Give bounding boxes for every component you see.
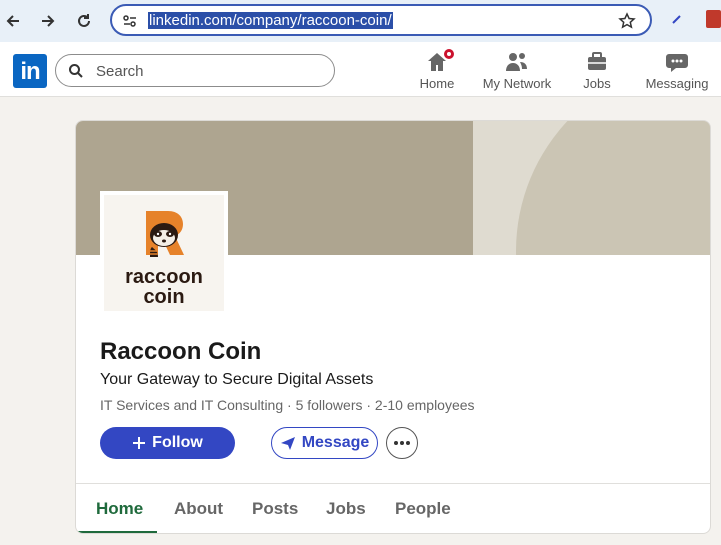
bookmark-star-icon[interactable] — [618, 12, 636, 35]
message-label: Message — [301, 434, 370, 451]
more-options-button[interactable] — [386, 427, 418, 459]
nav-home[interactable]: Home — [397, 47, 477, 91]
back-icon[interactable] — [1, 9, 25, 33]
nav-home-label: Home — [419, 76, 455, 91]
tab-about[interactable]: About — [174, 499, 223, 519]
follow-button[interactable]: Follow — [100, 427, 235, 459]
active-tab-indicator — [76, 531, 157, 533]
forward-icon[interactable] — [36, 9, 60, 33]
company-logo[interactable]: raccoon coin — [100, 191, 228, 315]
search-input[interactable] — [96, 61, 316, 81]
logo-text-line2: coin — [143, 286, 185, 308]
tab-jobs[interactable]: Jobs — [326, 499, 366, 519]
linkedin-header: in Home My Network Jobs Messaging — [0, 42, 721, 97]
follow-label: Follow — [152, 434, 203, 451]
nav-messaging[interactable]: Messaging — [637, 50, 717, 91]
tabs-divider — [76, 483, 710, 484]
linkedin-logo[interactable]: in — [13, 54, 47, 88]
company-name: Raccoon Coin — [100, 338, 262, 365]
home-icon — [426, 47, 456, 74]
company-meta: IT Services and IT Consulting · 5 follow… — [100, 397, 475, 413]
url-text[interactable]: linkedin.com/company/raccoon-coin/ — [148, 12, 393, 29]
nav-jobs-label: Jobs — [583, 76, 611, 91]
logo-text-line1: raccoon — [125, 266, 203, 288]
raccoon-mascot-icon — [146, 211, 184, 257]
nav-messaging-label: Messaging — [645, 76, 709, 91]
extension-pen-icon[interactable] — [670, 12, 684, 31]
site-settings-icon[interactable] — [122, 13, 138, 34]
tab-home[interactable]: Home — [96, 499, 143, 519]
nav-my-network-label: My Network — [482, 76, 552, 91]
send-icon — [280, 437, 295, 450]
address-bar[interactable]: linkedin.com/company/raccoon-coin/ — [110, 4, 652, 36]
nav-my-network[interactable]: My Network — [477, 50, 557, 91]
tab-people[interactable]: People — [395, 499, 451, 519]
tab-posts[interactable]: Posts — [252, 499, 298, 519]
browser-toolbar: linkedin.com/company/raccoon-coin/ — [0, 0, 721, 42]
company-tagline: Your Gateway to Secure Digital Assets — [100, 371, 374, 388]
nav-jobs[interactable]: Jobs — [557, 50, 637, 91]
briefcase-icon — [586, 50, 608, 74]
notification-badge — [442, 47, 456, 61]
reload-icon[interactable] — [72, 9, 96, 33]
search-icon — [68, 63, 84, 84]
extension-icon[interactable] — [706, 10, 721, 28]
ellipsis-icon — [394, 441, 410, 445]
network-icon — [505, 50, 529, 74]
message-button[interactable]: Message — [271, 427, 378, 459]
plus-icon — [133, 437, 146, 449]
search-box[interactable] — [55, 54, 335, 87]
company-card: raccoon coin Raccoon Coin Your Gateway t… — [75, 120, 711, 534]
chat-icon — [665, 50, 689, 74]
